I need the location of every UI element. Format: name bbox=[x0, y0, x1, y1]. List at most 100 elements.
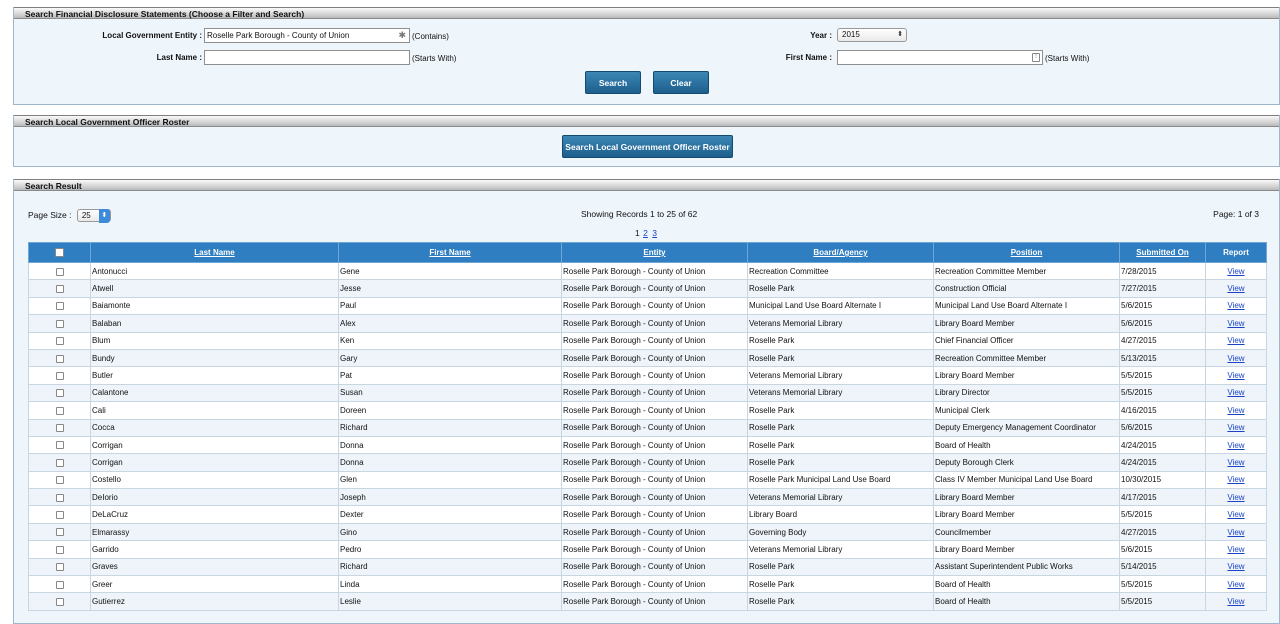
page-size-select[interactable]: 25 ⬍ bbox=[76, 209, 111, 223]
view-report-link[interactable]: View bbox=[1227, 562, 1244, 571]
view-report-link[interactable]: View bbox=[1227, 528, 1244, 537]
table-row: Graves Richard Roselle Park Borough - Coun… bbox=[28, 557, 1267, 577]
submitted-on-cell: 7/28/2015 bbox=[1119, 261, 1206, 281]
report-cell: View bbox=[1205, 348, 1267, 368]
table-row: Garrido Pedro Roselle Park Borough - Count… bbox=[28, 540, 1267, 559]
col-last-name[interactable]: Last Name bbox=[90, 242, 339, 263]
row-checkbox[interactable] bbox=[55, 441, 64, 450]
row-checkbox[interactable] bbox=[55, 337, 64, 346]
row-checkbox[interactable] bbox=[55, 458, 64, 467]
year-value: 2015 bbox=[842, 30, 860, 39]
submitted-on-cell: 5/6/2015 bbox=[1119, 314, 1206, 333]
view-report-link[interactable]: View bbox=[1227, 475, 1244, 484]
position-cell: Municipal Land Use Board Alternate I bbox=[933, 296, 1120, 316]
col-board-agency[interactable]: Board/Agency bbox=[747, 242, 934, 263]
last-name-input[interactable] bbox=[204, 50, 410, 65]
first-name-cell: Joseph bbox=[338, 488, 562, 507]
row-checkbox[interactable] bbox=[55, 389, 64, 398]
position-cell: Library Director bbox=[933, 383, 1120, 403]
entity-cell: Roselle Park Borough - County of Union bbox=[561, 331, 748, 350]
submitted-on-cell: 5/5/2015 bbox=[1119, 383, 1206, 403]
row-checkbox[interactable] bbox=[55, 528, 64, 537]
last-name-cell: Greer bbox=[90, 575, 339, 594]
select-all-checkbox[interactable] bbox=[55, 248, 64, 258]
view-report-link[interactable]: View bbox=[1227, 336, 1244, 345]
first-name-input[interactable]: ⁝ bbox=[837, 50, 1043, 65]
view-report-link[interactable]: View bbox=[1227, 371, 1244, 380]
row-checkbox[interactable] bbox=[55, 598, 64, 606]
entity-cell: Roselle Park Borough - County of Union bbox=[561, 314, 748, 333]
row-checkbox[interactable] bbox=[55, 319, 64, 328]
row-checkbox[interactable] bbox=[55, 563, 64, 572]
row-select-cell bbox=[28, 488, 91, 507]
position-cell: Construction Official bbox=[933, 279, 1120, 298]
row-checkbox[interactable] bbox=[55, 545, 64, 554]
view-report-link[interactable]: View bbox=[1227, 597, 1244, 606]
row-checkbox[interactable] bbox=[55, 284, 64, 293]
row-select-cell bbox=[28, 557, 91, 577]
col-position[interactable]: Position bbox=[933, 242, 1120, 263]
submitted-on-cell: 5/5/2015 bbox=[1119, 592, 1206, 611]
clear-button[interactable]: Clear bbox=[653, 71, 709, 94]
board-agency-cell: Roselle Park bbox=[747, 279, 934, 298]
autofill-key-icon[interactable]: ⁝ bbox=[1032, 53, 1040, 62]
view-report-link[interactable]: View bbox=[1227, 458, 1244, 467]
table-row: Balaban Alex Roselle Park Borough - County… bbox=[28, 314, 1267, 333]
view-report-link[interactable]: View bbox=[1227, 423, 1244, 432]
search-button[interactable]: Search bbox=[585, 71, 641, 94]
result-panel-title: Search Result bbox=[14, 179, 1279, 191]
entity-field[interactable]: Roselle Park Borough - County of Union ✱ bbox=[204, 28, 410, 43]
position-cell: Board of Health bbox=[933, 592, 1120, 611]
row-select-cell bbox=[28, 331, 91, 350]
row-select-cell bbox=[28, 401, 91, 420]
view-report-link[interactable]: View bbox=[1227, 388, 1244, 397]
row-checkbox[interactable] bbox=[55, 406, 64, 415]
view-report-link[interactable]: View bbox=[1227, 319, 1244, 328]
view-report-link[interactable]: View bbox=[1227, 580, 1244, 589]
board-agency-cell: Roselle Park bbox=[747, 348, 934, 368]
view-report-link[interactable]: View bbox=[1227, 406, 1244, 415]
view-report-link[interactable]: View bbox=[1227, 284, 1244, 293]
clear-entity-icon[interactable]: ✱ bbox=[398, 29, 406, 42]
position-cell: Councilmember bbox=[933, 522, 1120, 542]
report-cell: View bbox=[1205, 470, 1267, 490]
row-checkbox[interactable] bbox=[55, 511, 64, 520]
search-roster-button[interactable]: Search Local Government Officer Roster bbox=[562, 135, 733, 158]
entity-cell: Roselle Park Borough - County of Union bbox=[561, 470, 748, 490]
view-report-link[interactable]: View bbox=[1227, 267, 1244, 276]
board-agency-cell: Roselle Park bbox=[747, 401, 934, 420]
row-checkbox[interactable] bbox=[55, 371, 64, 380]
page-2-link[interactable]: 2 bbox=[643, 228, 648, 238]
last-name-cell: Cocca bbox=[90, 418, 339, 437]
col-first-name[interactable]: First Name bbox=[338, 242, 562, 263]
row-checkbox[interactable] bbox=[55, 476, 64, 485]
row-checkbox[interactable] bbox=[55, 267, 64, 276]
view-report-link[interactable]: View bbox=[1227, 301, 1244, 310]
last-name-label: Last Name : bbox=[156, 53, 202, 62]
view-report-link[interactable]: View bbox=[1227, 441, 1244, 450]
view-report-link[interactable]: View bbox=[1227, 493, 1244, 502]
row-select-cell bbox=[28, 418, 91, 437]
first-name-cell: Pat bbox=[338, 366, 562, 385]
report-cell: View bbox=[1205, 505, 1267, 524]
row-checkbox[interactable] bbox=[55, 493, 64, 502]
position-cell: Library Board Member bbox=[933, 540, 1120, 559]
row-select-cell bbox=[28, 383, 91, 403]
first-name-cell: Donna bbox=[338, 453, 562, 472]
page-3-link[interactable]: 3 bbox=[652, 228, 657, 238]
view-report-link[interactable]: View bbox=[1227, 354, 1244, 363]
table-row: Corrigan Donna Roselle Park Borough - Coun… bbox=[28, 435, 1267, 455]
col-submitted-on[interactable]: Submitted On bbox=[1119, 242, 1206, 263]
view-report-link[interactable]: View bbox=[1227, 545, 1244, 554]
view-report-link[interactable]: View bbox=[1227, 510, 1244, 519]
col-entity[interactable]: Entity bbox=[561, 242, 748, 263]
last-name-cell: Blum bbox=[90, 331, 339, 350]
year-select[interactable]: 2015 ⬍ bbox=[837, 28, 907, 42]
row-checkbox[interactable] bbox=[55, 580, 64, 589]
row-checkbox[interactable] bbox=[55, 302, 64, 311]
row-checkbox[interactable] bbox=[55, 424, 64, 433]
first-name-cell: Susan bbox=[338, 383, 562, 403]
report-cell: View bbox=[1205, 383, 1267, 403]
row-checkbox[interactable] bbox=[55, 354, 64, 363]
report-cell: View bbox=[1205, 522, 1267, 542]
